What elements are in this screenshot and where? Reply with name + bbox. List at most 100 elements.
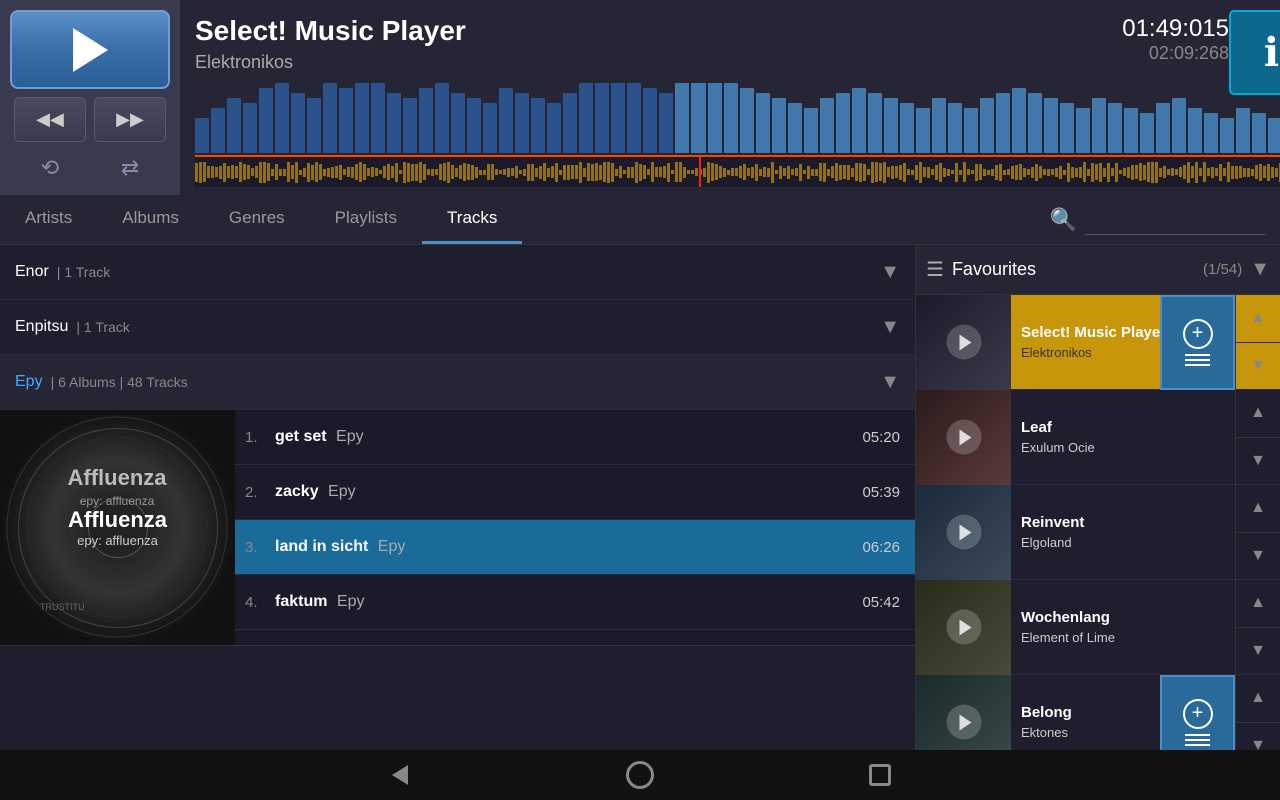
timeline-bar-201: [999, 164, 1002, 181]
waveform-bar-20: [515, 93, 529, 153]
waveform-bar-18: [483, 103, 497, 153]
timeline-bar-181: [919, 162, 922, 183]
play-button[interactable]: [10, 10, 170, 89]
artist-row-enpitsu[interactable]: Enpitsu | 1 Track ▼: [0, 300, 915, 355]
transport-buttons: ◀◀ ▶▶: [14, 97, 166, 142]
waveform-bar-39: [820, 98, 834, 153]
add-playlist-overlay-1[interactable]: +: [1160, 295, 1235, 390]
timeline-bar-108: [627, 167, 630, 178]
waveform-timeline[interactable]: [195, 157, 1280, 187]
artist-row-epy[interactable]: Epy | 6 Albums | 48 Tracks ▼: [0, 355, 915, 410]
fav-down-1[interactable]: ▼: [1235, 343, 1280, 390]
timeline-bar-0: [195, 163, 198, 182]
track-item-1[interactable]: 1. get set Epy 05:20: [235, 410, 915, 465]
info-icon: ℹ: [1264, 30, 1279, 76]
track-item-2[interactable]: 2. zacky Epy 05:39: [235, 465, 915, 520]
timeline-bar-252: [1203, 162, 1206, 182]
expand-enpitsu-icon[interactable]: ▼: [880, 316, 900, 339]
prev-button[interactable]: ◀◀: [14, 97, 86, 142]
fav-item-3[interactable]: Reinvent Elgoland ▲ ▼: [916, 485, 1280, 580]
timeline-bar-209: [1031, 167, 1034, 178]
controls-left: ◀◀ ▶▶ ⟲ ⇄: [0, 0, 180, 195]
next-button[interactable]: ▶▶: [94, 97, 166, 142]
track-num-4: 4.: [245, 594, 275, 611]
timeline-bar-262: [1243, 168, 1246, 177]
timeline-bar-115: [655, 167, 658, 177]
timeline-bar-77: [503, 169, 506, 175]
back-button[interactable]: [380, 755, 420, 795]
prev-icon: ◀◀: [36, 109, 64, 130]
fav-up-4[interactable]: ▲: [1235, 580, 1280, 628]
fav-item-4[interactable]: Wochenlang Element of Lime ▲ ▼: [916, 580, 1280, 675]
waveform-bar-63: [1204, 113, 1218, 153]
fav-up-2[interactable]: ▲: [1235, 390, 1280, 438]
waveform-bar-60: [1156, 103, 1170, 153]
fav-track-name-4: Wochenlang: [1021, 609, 1225, 626]
timeline-bar-18: [267, 163, 270, 181]
fav-item-1[interactable]: Select! Music Player Elektronikos + ▲ ▼: [916, 295, 1280, 390]
fav-track-name-3: Reinvent: [1021, 514, 1225, 531]
track-item-4[interactable]: 4. faktum Epy 05:42: [235, 575, 915, 630]
fav-up-3[interactable]: ▲: [1235, 485, 1280, 533]
expand-enor-icon[interactable]: ▼: [880, 261, 900, 284]
timeline-bar-24: [291, 165, 294, 179]
timeline-bar-268: [1267, 164, 1270, 181]
fav-track-name-2: Leaf: [1021, 419, 1225, 436]
expand-epy-icon[interactable]: ▼: [880, 371, 900, 394]
timeline-bar-133: [727, 170, 730, 175]
fav-up-5[interactable]: ▲: [1235, 675, 1280, 723]
fav-down-4[interactable]: ▼: [1235, 628, 1280, 675]
home-circle-icon: [626, 761, 654, 789]
waveform-bar-26: [611, 83, 625, 153]
waveform-bar-6: [291, 93, 305, 153]
tab-genres[interactable]: Genres: [204, 195, 310, 244]
timeline-bar-61: [439, 164, 442, 180]
timeline-bar-250: [1195, 162, 1198, 183]
track-num-3: 3.: [245, 539, 275, 556]
timeline-bar-149: [791, 169, 794, 175]
timeline-bar-12: [243, 164, 246, 180]
track-duration-3: 06:26: [845, 539, 900, 556]
shuffle-button[interactable]: ⇄: [94, 150, 166, 185]
fav-down-3[interactable]: ▼: [1235, 533, 1280, 580]
artist-meta-enpitsu: | 1 Track: [76, 319, 129, 335]
tab-playlists[interactable]: Playlists: [310, 195, 422, 244]
timeline-bar-198: [987, 170, 990, 175]
timeline-bar-260: [1235, 166, 1238, 179]
tab-tracks[interactable]: Tracks: [422, 195, 522, 244]
timeline-bar-220: [1075, 168, 1078, 177]
track-item-3[interactable]: 3. land in sicht Epy 06:26: [235, 520, 915, 575]
timeline-bar-131: [719, 166, 722, 178]
home-button[interactable]: [620, 755, 660, 795]
fav-up-1[interactable]: ▲: [1235, 295, 1280, 343]
track-list-epy: 1. get set Epy 05:20 2. zacky Epy 05:39: [235, 410, 915, 645]
search-input[interactable]: [1085, 205, 1265, 235]
timeline-bar-3: [207, 166, 210, 178]
fav-down-2[interactable]: ▼: [1235, 438, 1280, 485]
timeline-bar-8: [227, 166, 230, 178]
list-lines-icon: [1185, 354, 1210, 366]
fav-thumb-2: [916, 390, 1011, 485]
fav-item-2[interactable]: Leaf Exulum Ocie ▲ ▼: [916, 390, 1280, 485]
timeline-bar-52: [403, 162, 406, 183]
tab-albums[interactable]: Albums: [97, 195, 204, 244]
waveform-bar-1: [211, 108, 225, 153]
waveform-bar-54: [1060, 103, 1074, 153]
tab-artists[interactable]: Artists: [0, 195, 97, 244]
timeline-bar-196: [979, 164, 982, 180]
waveform-bar-12: [387, 93, 401, 153]
favourites-dropdown-icon[interactable]: ▼: [1250, 258, 1270, 281]
timeline-bar-216: [1059, 166, 1062, 179]
waveform-bar-37: [788, 103, 802, 153]
timeline-bar-270: [1275, 168, 1278, 177]
timeline-bar-224: [1091, 163, 1094, 182]
recents-button[interactable]: [860, 755, 900, 795]
timeline-bar-188: [947, 169, 950, 176]
artist-row-enor[interactable]: Enor | 1 Track ▼: [0, 245, 915, 300]
search-icon[interactable]: 🔍: [1050, 207, 1077, 233]
timeline-bar-79: [511, 168, 514, 176]
repeat-button[interactable]: ⟲: [14, 150, 86, 185]
timeline-bar-36: [339, 165, 342, 180]
info-button[interactable]: ℹ: [1229, 10, 1280, 95]
mode-buttons: ⟲ ⇄: [14, 150, 166, 185]
